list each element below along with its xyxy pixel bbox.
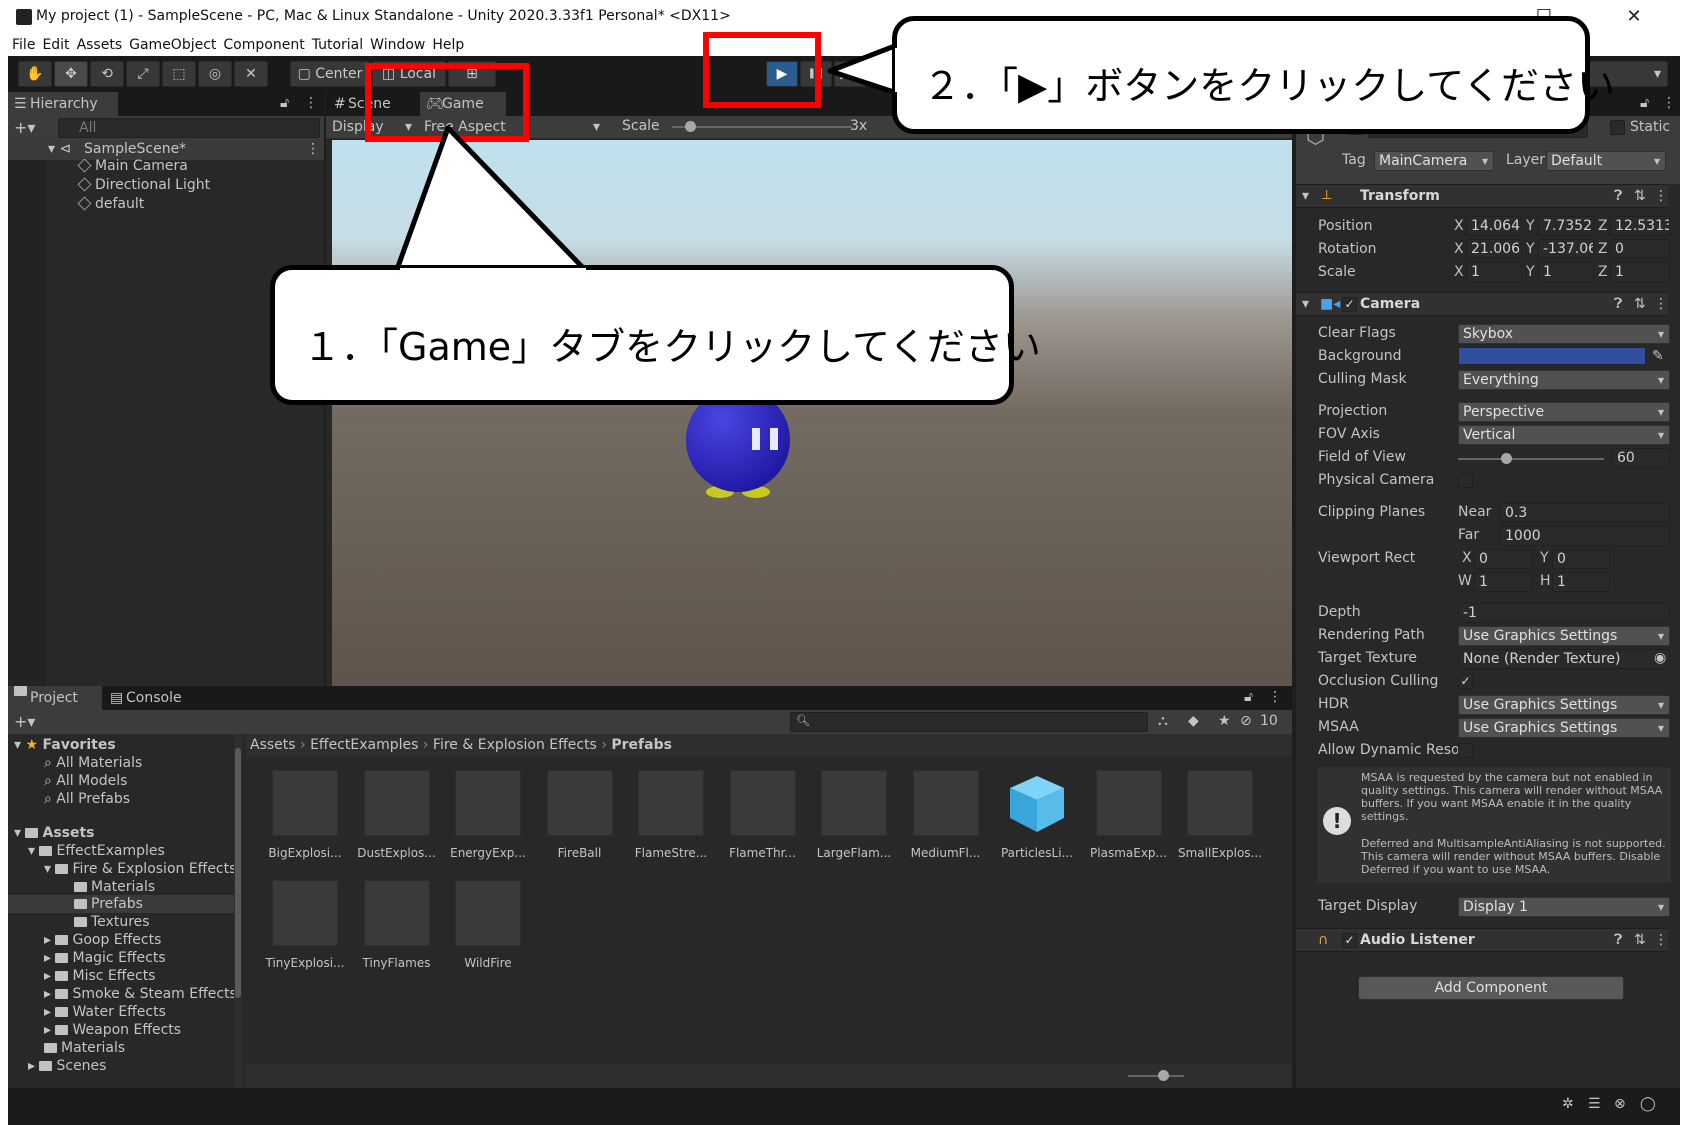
- callout-step-1: １．「Game」タブをクリックしてください: [270, 265, 1041, 405]
- callout-seam-2: [895, 48, 905, 92]
- callout-seam-1: [400, 268, 586, 278]
- callout-step-1-text: １．「Game」タブをクリックしてください: [303, 325, 1041, 369]
- callout-step-2: ２．「▶」ボタンをクリックしてください: [892, 16, 1615, 134]
- callout-pointers: [392, 41, 903, 278]
- callout-step-2-text: ２．「▶」ボタンをクリックしてください: [923, 64, 1615, 108]
